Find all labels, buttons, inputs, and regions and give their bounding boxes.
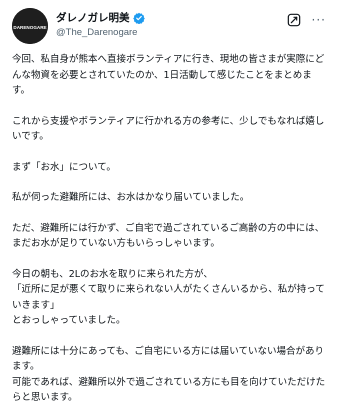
avatar[interactable]: DARENOGARE <box>12 8 48 44</box>
post-paragraph: 私が伺った避難所には、お水はかなり届いていました。 <box>12 192 250 203</box>
post-paragraph: 「近所に足が悪くて取りに来られない人がたくさんいるから、私が持っていきます」 <box>12 284 325 311</box>
avatar-logo: DARENOGARE <box>12 8 48 44</box>
post-paragraph: 今回、私自身が熊本へ直接ボランティアに行き、現地の皆さまが実際にどんな物資を必要… <box>12 54 325 96</box>
display-name[interactable]: ダレノガレ明美 <box>56 10 130 26</box>
post-text: 今回、私自身が熊本へ直接ボランティアに行き、現地の皆さまが実際にどんな物資を必要… <box>12 52 326 406</box>
post-paragraph: ただ、避難所には行かず、ご自宅で過ごされているご高齢の方の中には、まだお水が足り… <box>12 222 325 250</box>
more-icon[interactable]: ··· <box>312 12 326 28</box>
post-paragraph: まず「お水」について。 <box>12 161 116 173</box>
author-names: ダレノガレ明美 @The_Darenogare <box>56 10 286 40</box>
header-actions: ··· <box>286 12 326 28</box>
post-paragraph: 今日の朝も、2Lのお水を取りに来られた方が、 <box>12 268 213 280</box>
post-header: DARENOGARE ダレノガレ明美 @The_Darenogare ··· <box>12 8 326 48</box>
post-paragraph: 避難所には十分にあっても、ご自宅にいる方には届いていない場合があります。 <box>12 345 324 373</box>
grok-icon[interactable] <box>286 12 302 28</box>
avatar-text: DARENOGARE <box>13 25 46 30</box>
post-card: DARENOGARE ダレノガレ明美 @The_Darenogare ··· 今… <box>0 0 338 403</box>
author-handle[interactable]: @The_Darenogare <box>56 26 286 40</box>
name-row: ダレノガレ明美 <box>56 10 286 26</box>
post-paragraph: これから支援やボランティアに行かれる方の参考に、少しでもなれば嬉しいです。 <box>12 115 325 143</box>
post-paragraph: 可能であれば、避難所以外で過ごされている方にも目を向けていただけたらと思います。 <box>12 376 326 404</box>
post-paragraph: とおっしゃっていました。 <box>12 315 126 326</box>
verified-badge-icon <box>132 12 145 24</box>
